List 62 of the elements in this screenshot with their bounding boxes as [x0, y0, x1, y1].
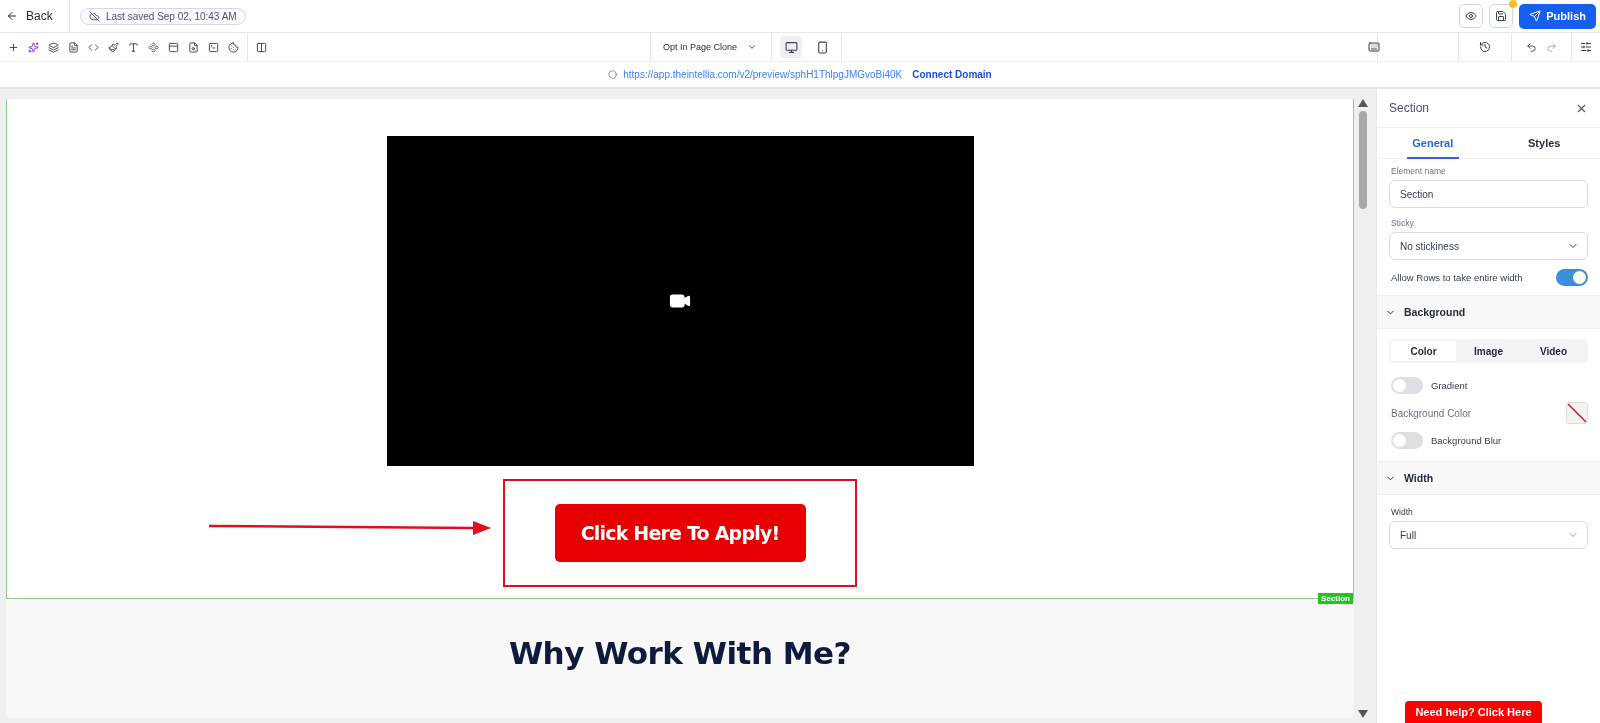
page-select[interactable]: Opt In Page Clone — [650, 33, 773, 61]
terminal-icon[interactable] — [208, 41, 219, 53]
section-badge: Section — [1318, 593, 1353, 604]
width-select[interactable]: Full — [1389, 521, 1588, 549]
back-button[interactable]: Back — [0, 0, 70, 32]
settings-icon[interactable] — [1580, 41, 1592, 53]
code-icon[interactable] — [88, 41, 99, 53]
cta-button[interactable]: Click Here To Apply! — [554, 504, 806, 562]
field-label: Background Color — [1391, 407, 1472, 419]
field-label: Width — [1391, 507, 1414, 517]
panel-icon[interactable] — [168, 41, 179, 53]
preview-button[interactable] — [1459, 4, 1484, 28]
segment-tab[interactable]: Color — [1391, 341, 1456, 361]
toggle-switch[interactable] — [1391, 432, 1423, 449]
columns-icon[interactable] — [256, 41, 267, 53]
chevron-icon — [747, 42, 758, 52]
section-header[interactable]: Background — [1377, 295, 1600, 329]
text-icon[interactable] — [128, 41, 139, 53]
status-circle-icon — [608, 70, 618, 79]
eye-icon — [1465, 10, 1478, 22]
document-icon[interactable] — [68, 41, 79, 53]
panel-title: Section — [1389, 101, 1430, 115]
panel-tab[interactable]: Styles — [1488, 128, 1600, 158]
toggle-switch[interactable] — [1391, 377, 1423, 394]
keyboard-icon[interactable] — [1368, 41, 1380, 53]
send-icon — [1529, 10, 1542, 22]
monitor-icon — [784, 40, 798, 54]
sticky-select[interactable]: No stickiness — [1389, 232, 1588, 260]
save-status: Last saved Sep 02, 10:43 AM — [80, 7, 246, 25]
section-header[interactable]: Width — [1377, 461, 1600, 495]
scroll-thumb[interactable] — [1359, 111, 1367, 209]
brush-icon[interactable] — [108, 41, 119, 53]
panel-tab[interactable]: General — [1377, 128, 1489, 158]
cloud-off-icon — [89, 10, 100, 22]
segment-tab[interactable]: Image — [1456, 341, 1521, 361]
scroll-up-icon[interactable] — [1358, 99, 1368, 107]
desktop-view-button[interactable] — [780, 36, 803, 58]
undo-icon[interactable] — [1526, 41, 1537, 53]
history-icon[interactable] — [1479, 41, 1491, 53]
segment-tab[interactable]: Video — [1521, 341, 1586, 361]
file-search-icon[interactable] — [188, 41, 199, 53]
toggle-label: Background Blur — [1431, 435, 1502, 446]
sparkles-icon[interactable] — [28, 41, 39, 53]
toggle-label: Gradient — [1431, 380, 1468, 391]
section-heading: Why Work With Me? — [508, 635, 852, 673]
field-label: Element name — [1391, 166, 1447, 176]
toggle-switch[interactable] — [1556, 269, 1588, 286]
cookie-icon[interactable] — [228, 41, 239, 53]
toggle-label: Allow Rows to take entire width — [1391, 272, 1523, 283]
plus-icon[interactable] — [8, 41, 19, 53]
back-arrow-icon — [6, 10, 18, 22]
publish-button[interactable]: Publish — [1519, 3, 1596, 29]
preview-url: https://app.theintellia.com/v2/preview/sphH1ThlpgJMGvoBi40K — [623, 69, 903, 80]
save-icon — [1495, 10, 1508, 22]
scroll-down-icon[interactable] — [1358, 710, 1368, 718]
phone-icon — [815, 40, 829, 54]
element-name-field[interactable]: Section — [1389, 180, 1588, 208]
field-label: Sticky — [1391, 218, 1415, 228]
color-swatch[interactable] — [1566, 402, 1588, 424]
help-button[interactable]: Need help? Click Here — [1405, 701, 1542, 723]
connect-domain-link[interactable]: Connect Domain — [912, 69, 992, 80]
layers-icon[interactable] — [48, 41, 59, 53]
